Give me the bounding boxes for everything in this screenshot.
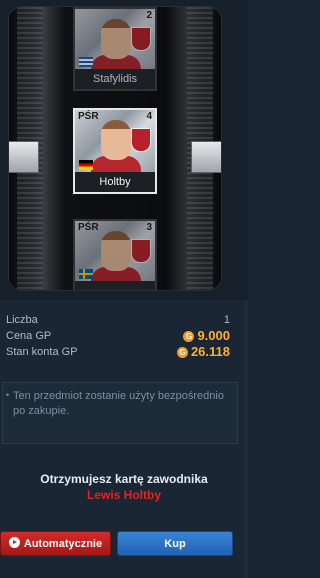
- gp-coin-icon: G: [183, 331, 195, 342]
- note-bullet-icon: •: [6, 390, 10, 400]
- card-player-name: Holtby: [75, 172, 155, 192]
- buy-button-label: Kup: [164, 538, 186, 550]
- scrollbar[interactable]: [244, 300, 248, 578]
- card-carousel[interactable]: 2 Stafylidis PŚR 4 Holtby PŚR 3: [8, 6, 222, 291]
- player-card-previous[interactable]: 2 Stafylidis: [73, 7, 157, 91]
- automatic-button-label: Automatycznie: [23, 538, 103, 550]
- price-value: 9.000: [197, 328, 230, 343]
- automatic-button[interactable]: Automatycznie: [0, 531, 111, 556]
- card-player-name: [75, 281, 155, 290]
- note-text: Ten przedmiot zostanie użyty bezpośredni…: [13, 390, 224, 417]
- price-label: Cena GP: [6, 330, 52, 342]
- card-number: 4: [146, 111, 152, 122]
- germany-flag-icon: [79, 160, 93, 170]
- balance-value: 26.118: [190, 344, 230, 359]
- card-position: PŚR: [78, 222, 99, 233]
- club-crest-icon: [131, 27, 151, 51]
- purchase-info: Liczba 1 Cena GP G 9.000 Stan konta GP G2…: [0, 314, 248, 362]
- club-crest-icon: [131, 128, 151, 152]
- play-icon: [8, 537, 20, 548]
- greece-flag-icon: [79, 57, 93, 67]
- player-photo: [101, 231, 131, 271]
- receive-player-name: Lewis Holtby: [86, 488, 161, 502]
- player-photo: [101, 19, 131, 59]
- player-card-selected[interactable]: PŚR 4 Holtby: [73, 108, 157, 194]
- card-selector-panel: 2 Stafylidis PŚR 4 Holtby PŚR 3: [0, 0, 248, 300]
- player-photo: [101, 120, 131, 160]
- balance-label: Stan konta GP: [6, 346, 78, 358]
- arrow-left-icon[interactable]: [9, 141, 39, 173]
- club-crest-icon: [131, 239, 151, 263]
- usage-note: • Ten przedmiot zostanie użyty bezpośred…: [2, 382, 238, 444]
- card-number: 3: [146, 222, 152, 233]
- receive-message: Otrzymujesz kartę zawodnika: [40, 472, 208, 486]
- gp-coin-icon: G: [176, 347, 188, 358]
- card-player-name: Stafylidis: [75, 69, 155, 89]
- player-card-next[interactable]: PŚR 3: [73, 219, 157, 290]
- arrow-right-icon[interactable]: [191, 141, 221, 173]
- price-display: G 9.000: [183, 328, 230, 343]
- card-position: PŚR: [78, 111, 99, 122]
- sweden-flag-icon: [79, 269, 93, 279]
- quantity-value: 1: [223, 314, 230, 326]
- balance-row: Stan konta GP G 26.118: [0, 344, 248, 362]
- quantity-label: Liczba: [6, 314, 38, 326]
- buy-button[interactable]: Kup: [117, 531, 233, 556]
- card-number: 2: [146, 10, 152, 21]
- balance-display: G 26.118: [176, 344, 230, 359]
